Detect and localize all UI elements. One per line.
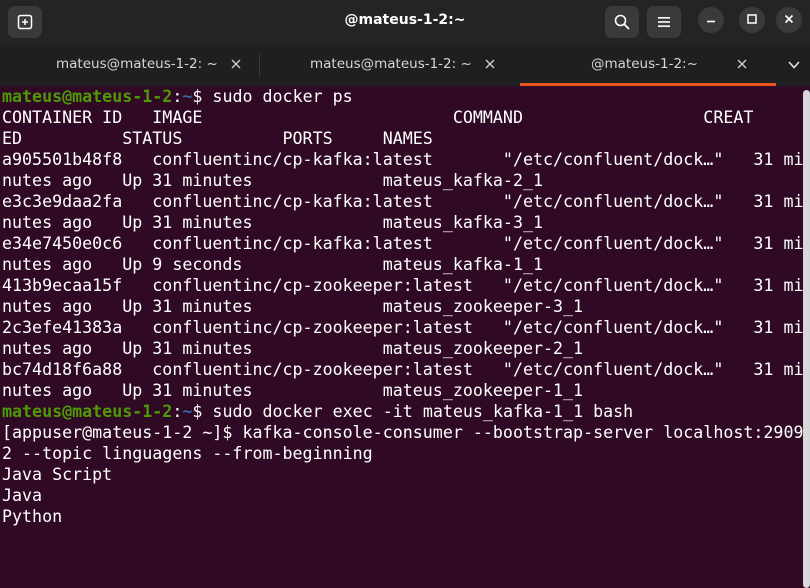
tab-close-button[interactable] [229, 57, 243, 71]
output-line: nutes ago Up 31 minutes mateus_kafka-3_1 [2, 213, 543, 232]
tab-1[interactable]: mateus@mateus-1-2: ~ [0, 44, 258, 86]
output-line: CONTAINER ID IMAGE COMMAND CREAT [2, 108, 754, 127]
tab-label: mateus@mateus-1-2: ~ [56, 56, 218, 72]
output-line: nutes ago Up 31 minutes mateus_zookeeper… [2, 381, 584, 400]
output-line: ED STATUS PORTS NAMES [2, 129, 433, 148]
output-line: 2 --topic linguagens --from-beginning [2, 444, 373, 463]
scrollbar[interactable] [803, 90, 810, 588]
output-line: nutes ago Up 31 minutes mateus_kafka-2_1 [2, 171, 543, 190]
minimize-icon [706, 11, 716, 29]
output-line: nutes ago Up 31 minutes mateus_zookeeper… [2, 339, 584, 358]
minimize-button[interactable] [698, 7, 724, 33]
terminal-output[interactable]: mateus@mateus-1-2:~$ sudo docker ps CONT… [0, 86, 810, 588]
new-tab-icon [17, 14, 33, 30]
search-button[interactable] [605, 6, 639, 38]
maximize-button[interactable] [739, 7, 765, 33]
prompt-line: mateus@mateus-1-2:~$ sudo docker ps [2, 86, 353, 107]
output-line: Java Script [2, 465, 113, 484]
tab-label: @mateus-1-2:~ [591, 56, 698, 72]
prompt-colon: : [172, 402, 183, 421]
close-icon [784, 11, 794, 29]
menu-button[interactable] [647, 6, 681, 38]
maximize-icon [747, 11, 757, 29]
tab-3-active[interactable]: @mateus-1-2:~ [518, 44, 778, 86]
close-icon [231, 59, 241, 69]
output-line: e3c3e9daa2fa confluentinc/cp-kafka:lates… [2, 192, 804, 211]
output-line: bc74d18f6a88 confluentinc/cp-zookeeper:l… [2, 360, 804, 379]
search-icon [614, 14, 630, 30]
new-tab-button[interactable] [8, 6, 42, 38]
close-icon [737, 59, 747, 69]
close-icon [485, 59, 495, 69]
tab-2[interactable]: mateus@mateus-1-2: ~ [260, 44, 518, 86]
output-line: 2c3efe41383a confluentinc/cp-zookeeper:l… [2, 318, 804, 337]
header-bar: @mateus-1-2:~ [0, 0, 810, 44]
output-line: 413b9ecaa15f confluentinc/cp-zookeeper:l… [2, 276, 804, 295]
chevron-down-icon [788, 61, 800, 69]
command-text: $ sudo docker exec -it mateus_kafka-1_1 … [192, 402, 634, 421]
tab-label: mateus@mateus-1-2: ~ [310, 56, 472, 72]
tab-close-button[interactable] [735, 57, 749, 71]
output-line: Python [2, 507, 63, 526]
prompt-user: mateus@mateus-1-2 [2, 87, 173, 106]
prompt-colon: : [172, 87, 183, 106]
tab-list-dropdown[interactable] [780, 54, 808, 76]
output-line: Java [2, 486, 43, 505]
prompt-line: mateus@mateus-1-2:~$ sudo docker exec -i… [2, 401, 633, 422]
output-line: [appuser@mateus-1-2 ~]$ kafka-console-co… [2, 423, 804, 442]
close-button[interactable] [776, 7, 802, 33]
output-line: nutes ago Up 9 seconds mateus_kafka-1_1 [2, 255, 543, 274]
prompt-user: mateus@mateus-1-2 [2, 402, 173, 421]
output-line: e34e7450e0c6 confluentinc/cp-kafka:lates… [2, 234, 804, 253]
window-title: @mateus-1-2:~ [344, 12, 466, 28]
output-line: nutes ago Up 31 minutes mateus_zookeeper… [2, 297, 584, 316]
command-text: $ sudo docker ps [192, 87, 353, 106]
hamburger-menu-icon [657, 16, 671, 28]
prompt-path: ~ [182, 402, 193, 421]
prompt-path: ~ [182, 87, 193, 106]
output-line: a905501b48f8 confluentinc/cp-kafka:lates… [2, 150, 804, 169]
tab-close-button[interactable] [483, 57, 497, 71]
tab-bar: mateus@mateus-1-2: ~ mateus@mateus-1-2: … [0, 44, 810, 86]
terminal-window: @mateus-1-2:~ mateus@mateus-1-2: ~ mateu… [0, 0, 810, 588]
